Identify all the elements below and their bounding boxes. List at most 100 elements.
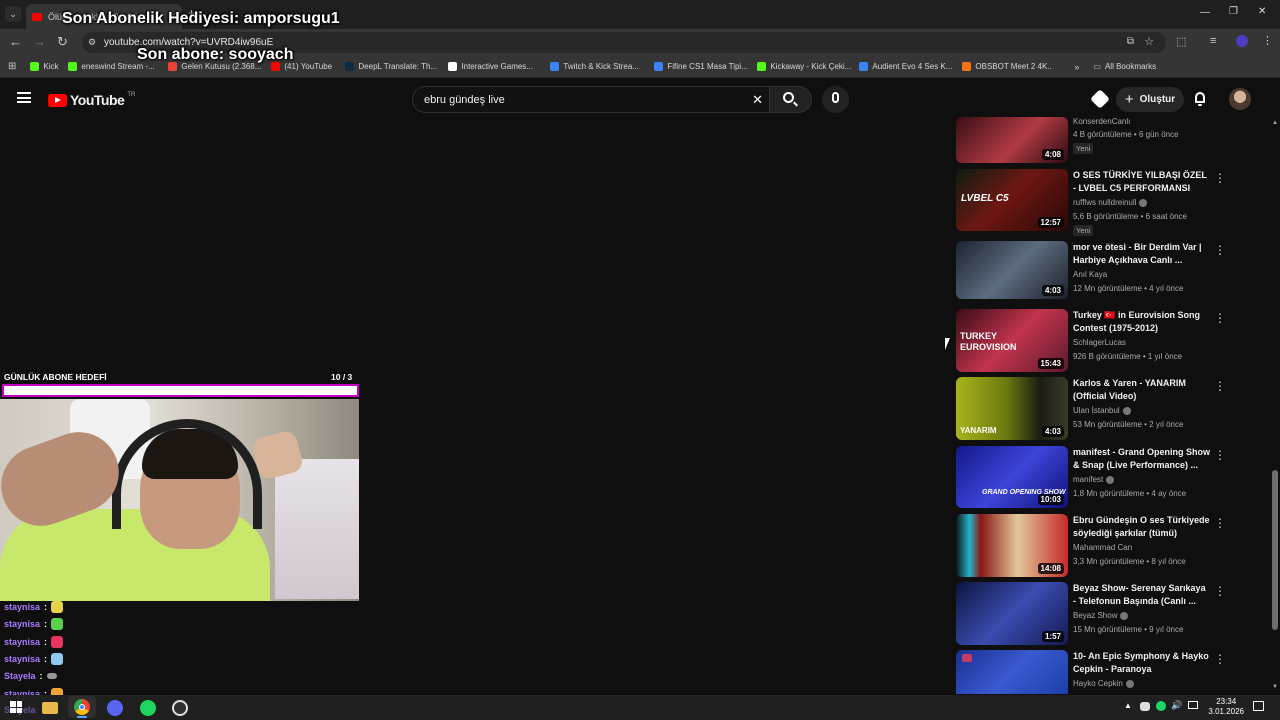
video-thumbnail[interactable]: 14:08 (956, 514, 1068, 577)
video-title[interactable]: mor ve ötesi - Bir Derdim Var | Harbiye … (1073, 241, 1211, 267)
install-app-icon[interactable]: ⧉ (1127, 36, 1134, 47)
notifications-bell-icon[interactable] (1193, 92, 1207, 106)
create-button[interactable]: + Oluştur (1116, 87, 1184, 112)
video-channel[interactable]: Mahammad Can (1073, 543, 1132, 552)
chat-username[interactable]: staynisa (4, 654, 40, 664)
video-title[interactable]: manifest - Grand Opening Show & Snap (Li… (1073, 446, 1211, 472)
video-title[interactable]: Turkey 🇹🇷 in Eurovision Song Contest (19… (1073, 309, 1211, 335)
search-button[interactable] (770, 86, 812, 113)
scroll-down-arrow-icon[interactable]: ▼ (1272, 684, 1278, 690)
video-menu-icon[interactable]: ⋮ (1214, 244, 1226, 256)
video-channel[interactable]: Ulan İstanbul (1073, 406, 1131, 415)
recommended-video[interactable]: 10- An Epic Symphony & Hayko Cepkin - Pa… (956, 650, 1226, 694)
forward-arrow-icon[interactable]: → (33, 35, 46, 48)
notification-center-icon[interactable] (1253, 701, 1264, 711)
video-channel[interactable]: rufflws nulldreinull (1073, 198, 1148, 207)
search-input[interactable]: ebru gündeş live ✕ (412, 86, 770, 113)
video-menu-icon[interactable]: ⋮ (1214, 312, 1226, 324)
tab-search-button[interactable]: ⌄ (5, 6, 21, 22)
video-channel[interactable]: Hayko Cepkin (1073, 679, 1134, 688)
video-channel[interactable]: Beyaz Show (1073, 611, 1129, 620)
video-menu-icon[interactable]: ⋮ (1214, 380, 1226, 392)
video-title[interactable]: Beyaz Show- Serenay Sarıkaya - Telefonun… (1073, 582, 1211, 608)
video-thumbnail[interactable]: TURKEY EUROVISION 15:43 (956, 309, 1068, 372)
video-channel[interactable]: Anıl Kaya (1073, 270, 1107, 279)
recommended-video[interactable]: LVBEL C5 12:57 O SES TÜRKİYE YILBAŞI ÖZE… (956, 169, 1226, 236)
recommended-video[interactable]: TURKEY EUROVISION 15:43 Turkey 🇹🇷 in Eur… (956, 309, 1226, 373)
recommended-video[interactable]: 1:57 Beyaz Show- Serenay Sarıkaya - Tele… (956, 582, 1226, 646)
taskbar-clock[interactable]: 23:34 3.01.2026 (1208, 697, 1244, 717)
video-thumbnail[interactable] (956, 650, 1068, 694)
bookmark-item[interactable]: Twitch & Kick Strea... (550, 62, 654, 71)
browser-menu-icon[interactable]: ⋮ (1262, 34, 1273, 47)
account-avatar[interactable] (1229, 88, 1251, 110)
video-channel[interactable]: SchlagerLucas (1073, 338, 1126, 347)
file-explorer-icon[interactable] (42, 702, 58, 714)
video-duration: 12:57 (1037, 217, 1064, 228)
video-thumbnail[interactable]: 4:08 (956, 117, 1068, 163)
all-bookmarks-button[interactable]: ▭ All Bookmarks (1093, 62, 1156, 71)
video-menu-icon[interactable]: ⋮ (1214, 172, 1226, 184)
bookmark-item[interactable]: OBSBOT Meet 2 4K... (962, 62, 1052, 71)
obs-icon[interactable] (172, 700, 188, 716)
profile-avatar-icon[interactable] (1236, 35, 1248, 47)
video-thumbnail[interactable]: LVBEL C5 12:57 (956, 169, 1068, 231)
recommended-video[interactable]: 14:08 Ebru Gündeşin O ses Türkiyede söyl… (956, 514, 1226, 578)
back-arrow-icon[interactable]: ← (9, 35, 22, 48)
chat-username[interactable]: staynisa (4, 637, 40, 647)
tray-network-icon[interactable] (1188, 701, 1198, 709)
media-icon[interactable]: ≡ (1210, 35, 1216, 47)
video-title[interactable]: Ebru Gündeşin O ses Türkiyede söylediği … (1073, 514, 1211, 540)
spotify-icon[interactable] (140, 700, 156, 716)
bookmark-item[interactable]: Audient Evo 4 Ses K... (859, 62, 962, 71)
video-menu-icon[interactable]: ⋮ (1214, 517, 1226, 529)
bookmark-item[interactable]: DeepL Translate: Th... (345, 62, 448, 71)
video-menu-icon[interactable]: ⋮ (1214, 449, 1226, 461)
video-title[interactable]: O SES TÜRKİYE YILBAŞI ÖZEL - LVBEL C5 PE… (1073, 169, 1211, 195)
extensions-icon[interactable]: ⬚ (1176, 35, 1186, 48)
tray-spotify-icon[interactable] (1156, 701, 1166, 711)
recommended-video[interactable]: GRAND OPENING SHOW 10:03 manifest - Gran… (956, 446, 1226, 510)
close-window-button[interactable]: ✕ (1258, 6, 1266, 17)
minimize-button[interactable]: — (1200, 7, 1210, 18)
clear-search-icon[interactable]: ✕ (752, 92, 763, 108)
chrome-taskbar-button[interactable] (68, 696, 96, 718)
bookmark-item[interactable]: Kickaway - Kick Çeki... (757, 62, 859, 71)
video-thumbnail[interactable]: 4:03 (956, 241, 1068, 299)
video-channel[interactable]: manifest (1073, 475, 1115, 484)
reload-icon[interactable]: ↻ (57, 35, 68, 48)
bookmark-item[interactable]: Interactive Games... (448, 62, 550, 71)
site-info-icon[interactable]: ⚙ (88, 37, 96, 48)
video-thumbnail[interactable]: 1:57 (956, 582, 1068, 645)
scrollbar-thumb[interactable] (1272, 470, 1278, 630)
bookmark-item[interactable]: Kick (30, 62, 68, 71)
windows-start-icon[interactable] (10, 701, 22, 713)
video-title[interactable]: Karlos & Yaren - YANARIM (Official Video… (1073, 377, 1211, 403)
hamburger-menu-icon[interactable] (17, 92, 31, 103)
scroll-up-arrow-icon[interactable]: ▲ (1272, 120, 1278, 126)
games-icon (448, 62, 458, 71)
maximize-button[interactable]: ❐ (1229, 6, 1238, 17)
tray-overflow-icon[interactable]: ▲ (1124, 701, 1132, 710)
chat-message: Stayela: (4, 671, 57, 681)
bookmark-star-icon[interactable]: ☆ (1144, 35, 1154, 48)
video-channel[interactable]: KonserdenCanlı (1073, 117, 1130, 126)
discord-icon[interactable] (107, 700, 123, 716)
tray-volume-icon[interactable]: 🔊 (1171, 700, 1182, 711)
video-thumbnail[interactable]: YANARIM 4:03 (956, 377, 1068, 440)
voice-search-button[interactable] (822, 86, 849, 113)
recommended-video[interactable]: YANARIM 4:03 Karlos & Yaren - YANARIM (O… (956, 377, 1226, 441)
video-menu-icon[interactable]: ⋮ (1214, 585, 1226, 597)
apps-grid-icon[interactable]: ⊞ (8, 61, 16, 72)
more-bookmarks-icon[interactable]: » (1074, 62, 1079, 72)
youtube-logo[interactable]: YouTube TR (48, 92, 135, 108)
chat-username[interactable]: staynisa (4, 602, 40, 612)
video-menu-icon[interactable]: ⋮ (1214, 653, 1226, 665)
video-title[interactable]: 10- An Epic Symphony & Hayko Cepkin - Pa… (1073, 650, 1211, 676)
bookmark-item[interactable]: Fifine CS1 Masa Tipi... (654, 62, 757, 71)
video-thumbnail[interactable]: GRAND OPENING SHOW 10:03 (956, 446, 1068, 508)
tray-discord-icon[interactable] (1140, 702, 1150, 711)
chat-username[interactable]: Stayela (4, 671, 36, 681)
recommended-video[interactable]: 4:03 mor ve ötesi - Bir Derdim Var | Har… (956, 241, 1226, 305)
chat-username[interactable]: staynisa (4, 619, 40, 629)
